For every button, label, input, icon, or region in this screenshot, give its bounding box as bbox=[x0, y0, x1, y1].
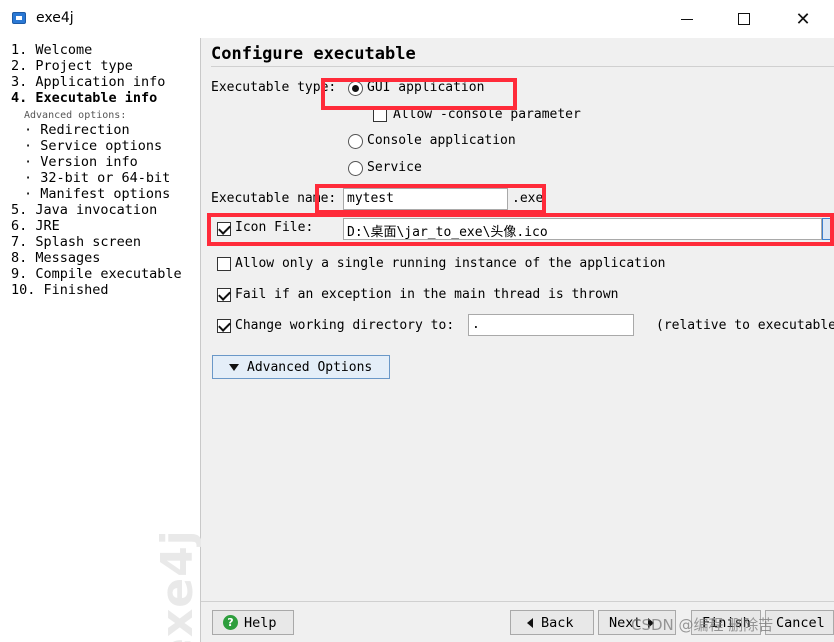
minimize-icon bbox=[681, 18, 693, 20]
cancel-label: Cancel bbox=[776, 614, 825, 631]
console-application-label[interactable]: Console application bbox=[367, 133, 516, 148]
step-splash-screen[interactable]: 7. Splash screen bbox=[11, 234, 141, 250]
cancel-button[interactable]: Cancel bbox=[765, 610, 834, 635]
back-label: Back bbox=[541, 614, 574, 631]
maximize-button[interactable] bbox=[715, 0, 773, 38]
executable-type-label: Executable type: bbox=[211, 80, 337, 95]
step-jre[interactable]: 6. JRE bbox=[11, 218, 60, 234]
step-version-info[interactable]: · Version info bbox=[24, 154, 138, 170]
service-label[interactable]: Service bbox=[367, 160, 422, 175]
step-service-options[interactable]: · Service options bbox=[24, 138, 162, 154]
step-welcome[interactable]: 1. Welcome bbox=[11, 42, 92, 58]
page-title: Configure executable bbox=[211, 44, 416, 64]
triangle-down-icon bbox=[229, 363, 239, 371]
main-panel: Configure executable Executable type: GU… bbox=[201, 38, 834, 642]
exe4j-app-icon bbox=[12, 12, 26, 24]
icon-file-checkbox[interactable] bbox=[217, 222, 231, 236]
step-messages[interactable]: 8. Messages bbox=[11, 250, 100, 266]
close-button[interactable]: ✕ bbox=[774, 0, 832, 38]
footer-divider bbox=[201, 601, 834, 602]
executable-suffix: .exe bbox=[512, 191, 544, 206]
gui-application-radio[interactable] bbox=[348, 81, 363, 96]
back-button[interactable]: Back bbox=[510, 610, 594, 635]
step-manifest-options[interactable]: · Manifest options bbox=[24, 186, 170, 202]
exe4j-watermark: exe4j bbox=[152, 529, 203, 642]
step-application-info[interactable]: 3. Application info bbox=[11, 74, 165, 90]
fail-exception-checkbox[interactable] bbox=[217, 288, 231, 302]
window-title: exe4j bbox=[36, 10, 74, 26]
working-dir-input[interactable]: . bbox=[468, 314, 634, 336]
single-instance-checkbox[interactable] bbox=[217, 257, 231, 271]
service-radio[interactable] bbox=[348, 161, 363, 176]
fail-exception-label[interactable]: Fail if an exception in the main thread … bbox=[235, 287, 619, 302]
triangle-left-icon bbox=[527, 617, 533, 628]
step-project-type[interactable]: 2. Project type bbox=[11, 58, 133, 74]
working-dir-label[interactable]: Change working directory to: bbox=[235, 318, 454, 333]
step-32-or-64-bit[interactable]: · 32-bit or 64-bit bbox=[24, 170, 170, 186]
advanced-options-label: Advanced Options bbox=[247, 359, 373, 375]
csdn-watermark: CSDN @编程 删除苦 bbox=[631, 616, 774, 634]
step-redirection[interactable]: · Redirection bbox=[24, 122, 130, 138]
console-application-radio[interactable] bbox=[348, 134, 363, 149]
executable-name-label: Executable name: bbox=[211, 191, 337, 206]
icon-file-label[interactable]: Icon File: bbox=[235, 220, 313, 235]
icon-file-browse-button[interactable] bbox=[822, 218, 834, 240]
allow-console-label[interactable]: Allow -console parameter bbox=[393, 107, 581, 122]
step-finished[interactable]: 10. Finished bbox=[11, 282, 109, 298]
working-dir-checkbox[interactable] bbox=[217, 319, 231, 333]
help-button[interactable]: ? Help bbox=[212, 610, 294, 635]
help-label: Help bbox=[244, 614, 277, 631]
executable-name-input[interactable]: mytest bbox=[343, 188, 508, 210]
maximize-icon bbox=[738, 13, 750, 25]
step-java-invocation[interactable]: 5. Java invocation bbox=[11, 202, 157, 218]
advanced-options-button[interactable]: Advanced Options bbox=[212, 355, 390, 379]
icon-file-input[interactable]: D:\桌面\jar_to_exe\头像.ico bbox=[343, 218, 822, 240]
working-dir-note: (relative to executable bbox=[656, 318, 834, 333]
allow-console-checkbox[interactable] bbox=[373, 108, 387, 122]
help-icon: ? bbox=[223, 615, 238, 630]
step-executable-info[interactable]: 4. Executable info bbox=[11, 90, 157, 106]
header-divider bbox=[211, 66, 834, 67]
minimize-button[interactable] bbox=[658, 0, 716, 38]
single-instance-label[interactable]: Allow only a single running instance of … bbox=[235, 256, 665, 271]
close-icon: ✕ bbox=[795, 8, 811, 30]
gui-application-label[interactable]: GUI application bbox=[367, 80, 484, 95]
wizard-steps-sidebar: 1. Welcome 2. Project type 3. Applicatio… bbox=[0, 38, 203, 642]
step-compile-executable[interactable]: 9. Compile executable bbox=[11, 266, 182, 282]
window-titlebar: exe4j ✕ bbox=[0, 0, 834, 38]
